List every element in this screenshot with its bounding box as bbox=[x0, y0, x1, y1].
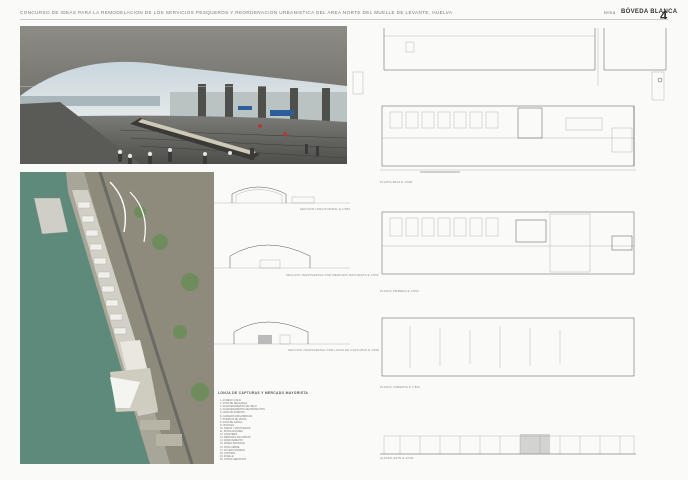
plan-label-2: PLANTA PRIMERA E 1/500 bbox=[380, 289, 419, 293]
section-label-1: SECCION LONGITUDINAL E 1/500 bbox=[300, 207, 351, 211]
sections-drawing bbox=[205, 186, 350, 345]
header-rule bbox=[20, 19, 668, 20]
plan-label-1: PLANTA BAJA E 1/500 bbox=[380, 180, 413, 184]
lema-label: lema bbox=[604, 10, 616, 15]
board-title: CONCURSO DE IDEAS PARA LA REMODELACION D… bbox=[20, 10, 453, 15]
site-plan-drawing bbox=[352, 28, 667, 101]
sheet-number: 4 bbox=[660, 8, 668, 23]
section-label-3: SECCION TRANSVERSAL POR LONJA DE CAPTURA… bbox=[288, 348, 380, 352]
aerial-drawing bbox=[20, 172, 214, 464]
aerial-site-photo bbox=[20, 172, 214, 464]
roof-plan bbox=[381, 317, 635, 377]
legend-title: LONJA DE CAPTURAS Y MERCADO MAYORISTA bbox=[218, 391, 309, 395]
first-floor-plan bbox=[381, 211, 635, 275]
ground-floor-plan bbox=[380, 105, 636, 173]
legend-item: 20. OTROS SERVICIOS bbox=[220, 457, 247, 461]
lema-value: BÓVEDA BLANCA bbox=[621, 9, 678, 15]
north-arrow-icon bbox=[657, 77, 663, 83]
render-drawing bbox=[20, 26, 347, 164]
competition-board: CONCURSO DE IDEAS PARA LA REMODELACION D… bbox=[0, 0, 688, 480]
interior-render bbox=[20, 26, 347, 164]
section-label-2: SECCION TRANSVERSAL POR MERCADO MAYORIST… bbox=[286, 273, 379, 277]
plan-label-3: PLANTA CUBIERTA E 1/500 bbox=[380, 385, 421, 389]
east-elevation bbox=[380, 434, 636, 455]
plan-label-4: ALZADO ESTE E 1/500 bbox=[380, 456, 414, 460]
